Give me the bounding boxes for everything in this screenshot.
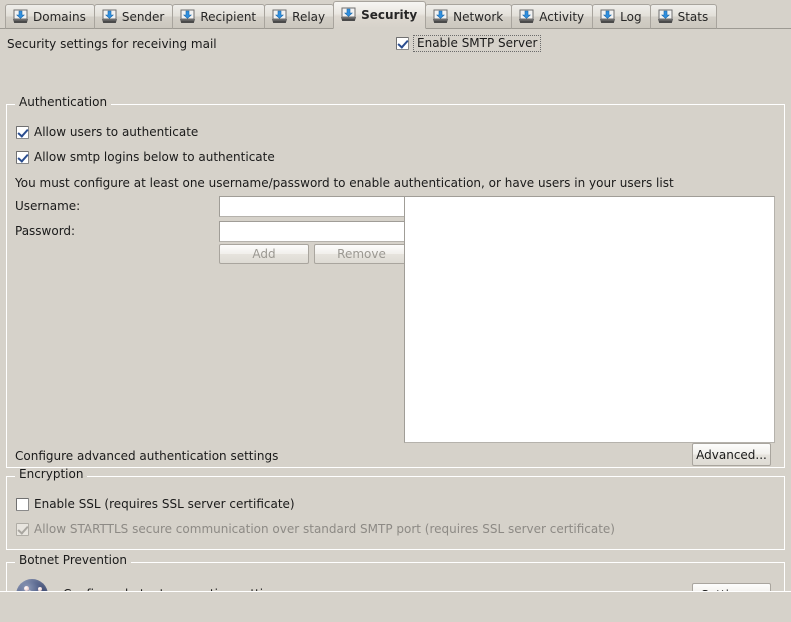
encryption-group-title: Encryption <box>15 468 87 480</box>
tab-sender[interactable]: Sender <box>94 4 174 29</box>
password-label: Password: <box>15 225 75 238</box>
add-user-button[interactable]: Add <box>219 244 309 264</box>
tab-label: Stats <box>678 11 709 23</box>
allow-smtp-logins-checkbox[interactable]: Allow smtp logins below to authenticate <box>16 151 275 164</box>
tab-network[interactable]: Network <box>425 4 512 29</box>
tab-log[interactable]: Log <box>592 4 650 29</box>
tab-label: Sender <box>122 11 165 23</box>
tab-label: Log <box>620 11 641 23</box>
encryption-group: Encryption Enable SSL (requires SSL serv… <box>6 476 785 550</box>
mail-download-icon <box>271 9 288 25</box>
mail-download-icon <box>179 9 196 25</box>
allow-users-authenticate-label: Allow users to authenticate <box>34 126 198 139</box>
tab-label: Security <box>361 9 417 21</box>
tab-relay[interactable]: Relay <box>264 4 334 29</box>
checkbox-box[interactable] <box>16 126 29 139</box>
checkbox-box[interactable] <box>16 498 29 511</box>
enable-ssl-label: Enable SSL (requires SSL server certific… <box>34 498 295 511</box>
mail-download-icon <box>101 9 118 25</box>
allow-users-authenticate-checkbox[interactable]: Allow users to authenticate <box>16 126 198 139</box>
authentication-group: Authentication Allow users to authentica… <box>6 104 785 468</box>
tab-activity[interactable]: Activity <box>511 4 593 29</box>
checkbox-box[interactable] <box>16 151 29 164</box>
advanced-settings-text: Configure advanced authentication settin… <box>15 450 278 463</box>
enable-ssl-checkbox[interactable]: Enable SSL (requires SSL server certific… <box>16 498 295 511</box>
mail-download-icon <box>432 9 449 25</box>
checkbox-box[interactable] <box>396 37 409 50</box>
allow-starttls-checkbox: Allow STARTTLS secure communication over… <box>16 523 615 536</box>
tab-label: Activity <box>539 11 584 23</box>
authentication-note: You must configure at least one username… <box>15 177 674 190</box>
tab-label: Relay <box>292 11 325 23</box>
tab-label: Recipient <box>200 11 256 23</box>
mail-download-icon <box>12 9 29 25</box>
enable-smtp-server-label: Enable SMTP Server <box>413 35 541 52</box>
panel-header: Security settings for receiving mail Ena… <box>0 34 791 56</box>
tab-bar: Domains Sender Recipient <box>0 0 791 29</box>
botnet-prevention-group-title: Botnet Prevention <box>15 554 131 566</box>
tab-domains[interactable]: Domains <box>5 4 95 29</box>
authentication-group-title: Authentication <box>15 96 111 108</box>
panel-hint: Security settings for receiving mail <box>7 37 217 51</box>
mail-download-icon <box>340 7 357 23</box>
tab-stats[interactable]: Stats <box>650 4 718 29</box>
tab-recipient[interactable]: Recipient <box>172 4 265 29</box>
security-panel: Security settings for receiving mail Ena… <box>0 34 791 622</box>
allow-starttls-label: Allow STARTTLS secure communication over… <box>34 523 615 536</box>
tab-security[interactable]: Security <box>333 1 426 29</box>
mail-download-icon <box>657 9 674 25</box>
enable-smtp-server-checkbox[interactable]: Enable SMTP Server <box>396 35 541 52</box>
tab-label: Network <box>453 11 503 23</box>
username-input[interactable] <box>219 196 409 217</box>
username-label: Username: <box>15 200 80 213</box>
allow-smtp-logins-label: Allow smtp logins below to authenticate <box>34 151 275 164</box>
remove-user-button[interactable]: Remove <box>314 244 409 264</box>
status-strip <box>0 591 791 622</box>
advanced-button[interactable]: Advanced... <box>692 443 771 466</box>
mail-download-icon <box>518 9 535 25</box>
mail-download-icon <box>599 9 616 25</box>
password-input[interactable] <box>219 221 409 242</box>
users-list[interactable] <box>404 196 775 443</box>
checkbox-box <box>16 523 29 536</box>
tab-label: Domains <box>33 11 86 23</box>
